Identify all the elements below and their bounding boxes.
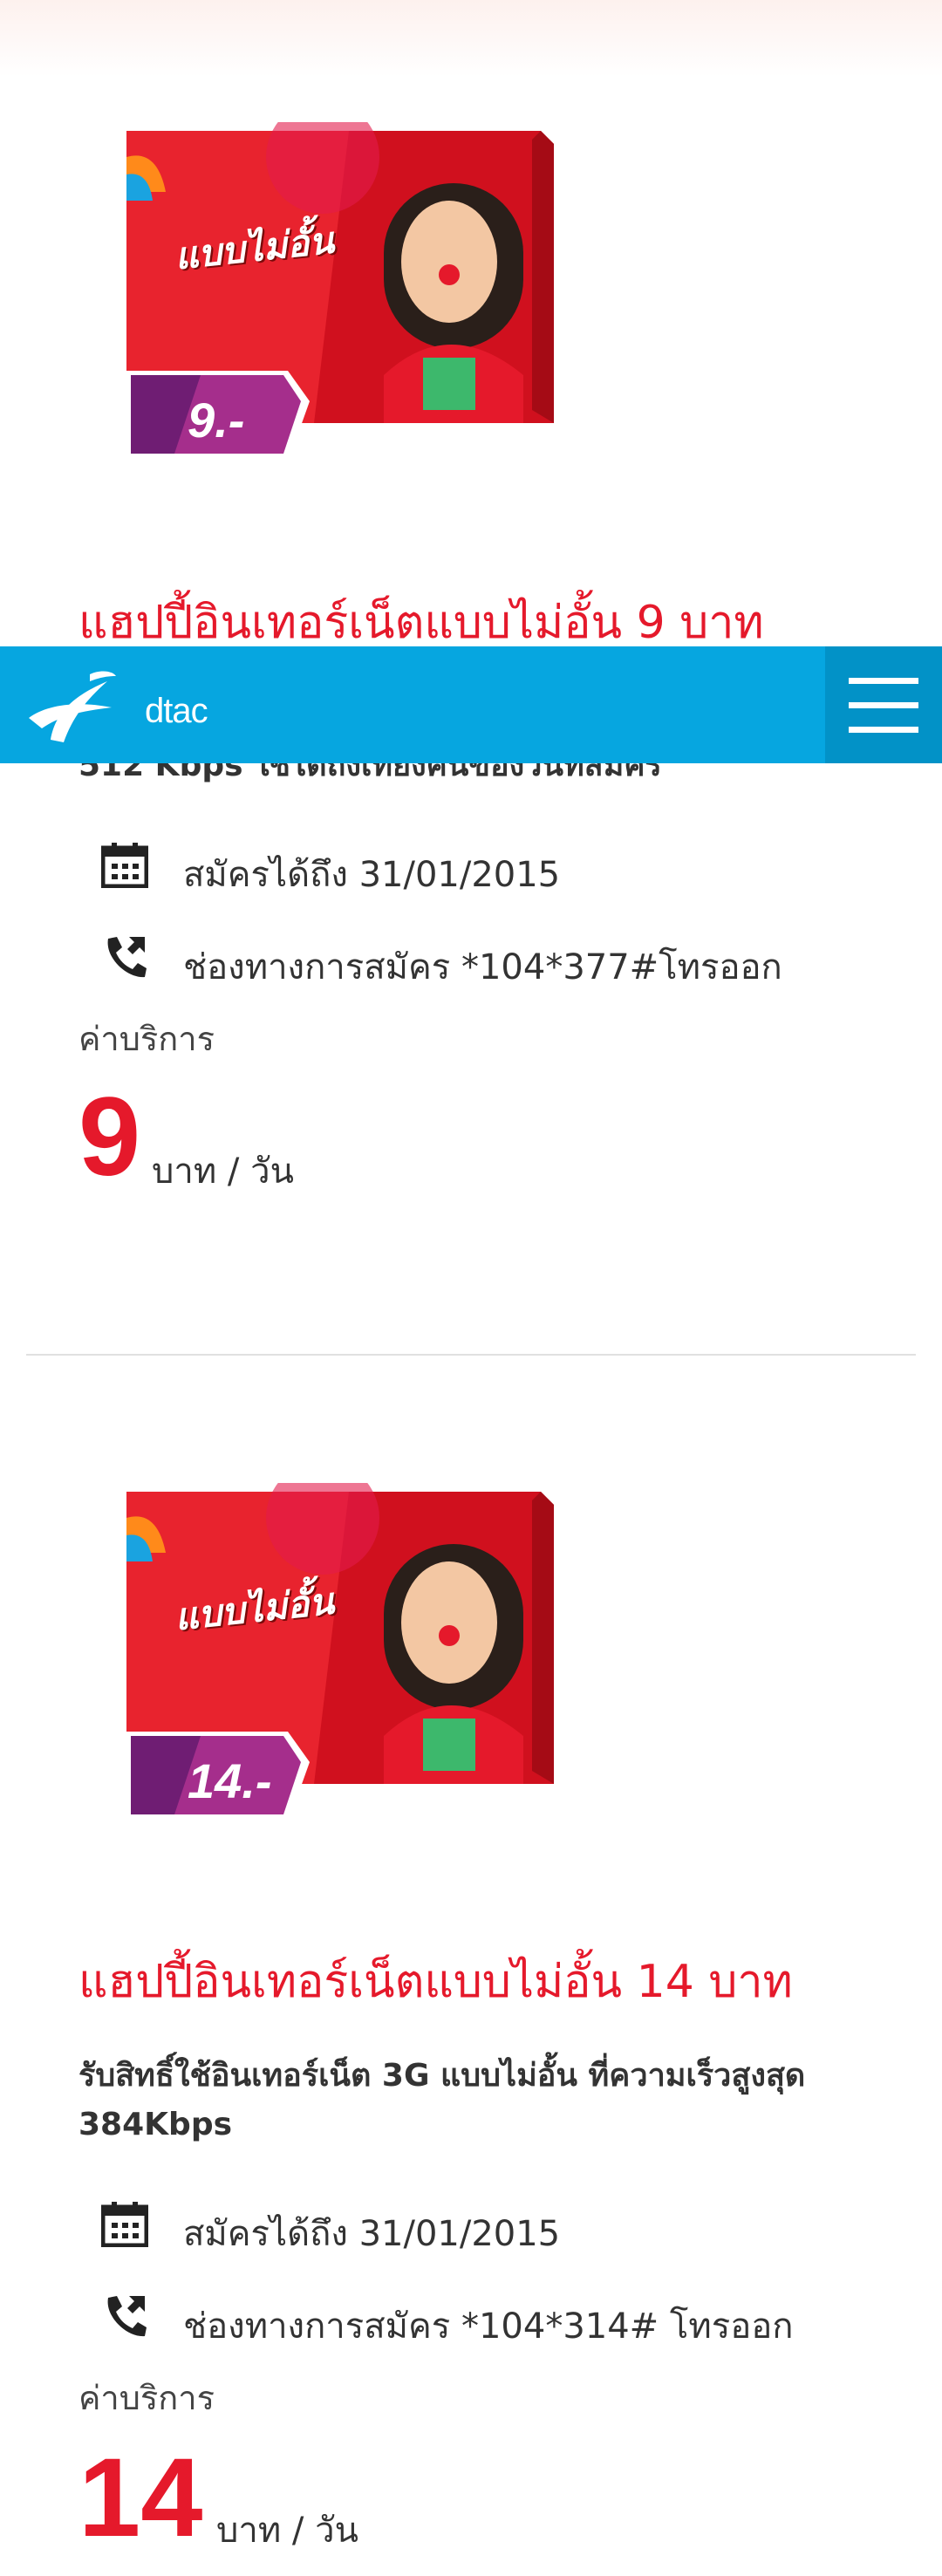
top-band [0, 0, 942, 77]
calendar-icon [101, 2202, 148, 2247]
package-image[interactable]: แบบไม่อั้น 9.- [122, 122, 558, 471]
channel-text: ช่องทางการสมัคร *104*377#โทรออก [183, 947, 782, 987]
price-unit: บาท / วัน [216, 2511, 358, 2551]
apply-until-text: สมัครได้ถึง 31/01/2015 [183, 855, 561, 895]
dtac-logo-icon [29, 671, 116, 742]
channel-text: ช่องทางการสมัคร *104*314# โทรออก [183, 2306, 794, 2347]
hamburger-icon-line [849, 727, 918, 733]
fee-label: ค่าบริการ [78, 1020, 215, 1058]
price-value: 9 [78, 1075, 141, 1199]
package-price: 14.- [188, 1753, 272, 1808]
logo-text: dtac [145, 692, 208, 730]
phone-icon [107, 2296, 147, 2337]
product-description: รับสิทธิ์ใช้อินเทอร์เน็ต 3G แบบไม่อั้น ท… [78, 2058, 806, 2142]
product-title[interactable]: แฮปปี้อินเทอร์เน็ตแบบไม่อั้น 9 บาท [78, 597, 916, 649]
hamburger-icon [849, 678, 918, 684]
price-value: 14 [78, 2436, 203, 2560]
price-unit: บาท / วัน [152, 1151, 294, 1192]
fee-label: ค่าบริการ [78, 2379, 215, 2417]
calendar-icon [101, 843, 148, 888]
package-image[interactable]: แบบไม่อั้น 14.- [122, 1483, 558, 1832]
hamburger-menu-button[interactable] [825, 646, 942, 763]
product-title[interactable]: แฮปปี้อินเทอร์เน็ตแบบไม่อั้น 14 บาท [78, 1956, 916, 2008]
phone-icon [107, 937, 147, 978]
package-price: 9.- [188, 393, 245, 448]
site-header: dtac [0, 646, 942, 763]
hamburger-icon-line [849, 702, 918, 708]
dtac-logo[interactable]: dtac [24, 666, 208, 744]
apply-until-text: สมัครได้ถึง 31/01/2015 [183, 2214, 561, 2254]
divider [26, 1354, 916, 1356]
